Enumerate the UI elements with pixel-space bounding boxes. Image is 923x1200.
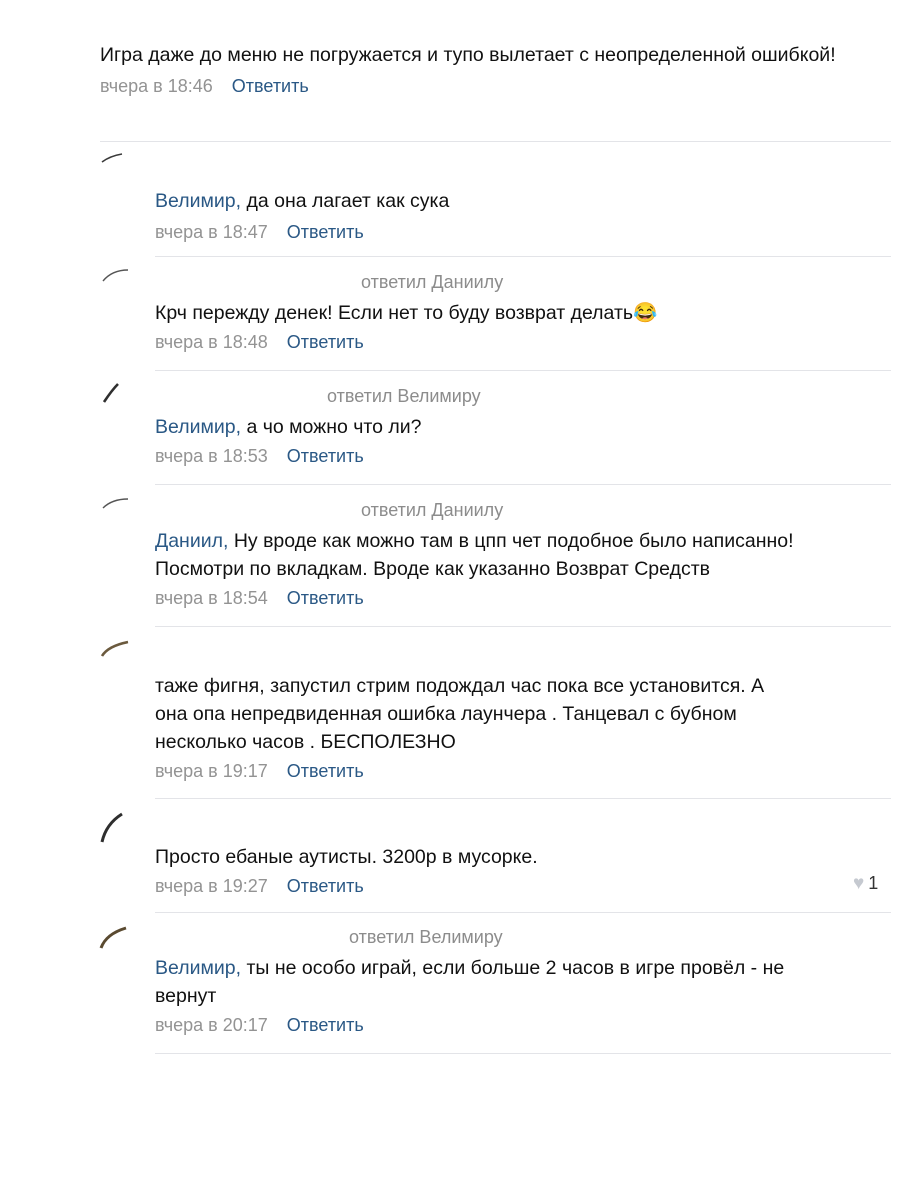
replied-to-label[interactable]: ответил Велимиру bbox=[327, 386, 895, 407]
reply-button[interactable]: Ответить bbox=[287, 222, 364, 242]
comment-text: Ну вроде как можно там в цпп чет подобно… bbox=[228, 530, 794, 552]
comment-text: а чо можно что ли? bbox=[241, 416, 422, 438]
avatar-feather-icon[interactable] bbox=[100, 636, 130, 666]
comment-text: Просто ебаные аутисты. 3200р в мусорке. bbox=[155, 846, 538, 868]
like-count: 1 bbox=[868, 873, 879, 893]
replied-to-label[interactable]: ответил Велимиру bbox=[349, 927, 895, 948]
comment-text: ты не особо играй, если больше 2 часов в… bbox=[241, 957, 785, 979]
avatar-feather-icon[interactable] bbox=[98, 808, 130, 848]
avatar-feather-icon[interactable] bbox=[98, 922, 130, 954]
reply-button[interactable]: Ответить bbox=[287, 1015, 364, 1035]
avatar-feather-icon[interactable] bbox=[100, 494, 130, 524]
divider bbox=[155, 484, 891, 485]
comment-time[interactable]: вчера в 19:17 bbox=[155, 761, 268, 781]
comment-2: Велимир, да она лагает как сука вчера в … bbox=[155, 187, 895, 245]
reply-button[interactable]: Ответить bbox=[232, 76, 309, 96]
comment-4: ответил Велимиру Велимир, а чо можно что… bbox=[155, 386, 895, 469]
comment-text: вернут bbox=[155, 985, 217, 1007]
reply-button[interactable]: Ответить bbox=[287, 761, 364, 781]
avatar-feather-icon[interactable] bbox=[100, 266, 130, 296]
heart-icon: ♥ bbox=[853, 873, 865, 894]
comment-8: ответил Велимиру Велимир, ты не особо иг… bbox=[155, 927, 895, 1038]
mention-link[interactable]: Велимир, bbox=[155, 416, 241, 438]
comment-text: Посмотри по вкладкам. Вроде как указанно… bbox=[155, 558, 710, 580]
comment-text: Игра даже до меню не погружается и тупо … bbox=[100, 44, 836, 66]
comment-text: она опа непредвиденная ошибка лаунчера .… bbox=[155, 703, 737, 725]
comment-text: несколько часов . БЕСПОЛЕЗНО bbox=[155, 731, 456, 753]
comment-time[interactable]: вчера в 19:27 bbox=[155, 876, 268, 896]
comment-time[interactable]: вчера в 18:48 bbox=[155, 332, 268, 352]
comment-time[interactable]: вчера в 18:54 bbox=[155, 588, 268, 608]
divider bbox=[155, 626, 891, 627]
comment-time[interactable]: вчера в 18:47 bbox=[155, 222, 268, 242]
divider bbox=[155, 1053, 891, 1054]
comment-time[interactable]: вчера в 20:17 bbox=[155, 1015, 268, 1035]
reply-button[interactable]: Ответить bbox=[287, 876, 364, 896]
comment-time[interactable]: вчера в 18:46 bbox=[100, 76, 213, 96]
comment-text: Крч пережду денек! Если нет то буду возв… bbox=[155, 302, 658, 324]
avatar-feather-icon[interactable] bbox=[100, 150, 130, 180]
comment-6: таже фигня, запустил стрим подождал час … bbox=[155, 672, 895, 784]
mention-link[interactable]: Велимир, bbox=[155, 957, 241, 979]
reply-button[interactable]: Ответить bbox=[287, 588, 364, 608]
mention-link[interactable]: Велимир, bbox=[155, 190, 241, 212]
divider bbox=[155, 912, 891, 913]
reply-button[interactable]: Ответить bbox=[287, 446, 364, 466]
replied-to-label[interactable]: ответил Даниилу bbox=[361, 272, 895, 293]
comment-text: таже фигня, запустил стрим подождал час … bbox=[155, 675, 765, 697]
like-button[interactable]: ♥ 1 bbox=[853, 873, 878, 895]
comment-1: Игра даже до меню не погружается и тупо … bbox=[100, 41, 900, 99]
comment-text: да она лагает как сука bbox=[241, 190, 450, 212]
comment-time[interactable]: вчера в 18:53 bbox=[155, 446, 268, 466]
comment-3: ответил Даниилу Крч пережду денек! Если … bbox=[155, 272, 895, 355]
divider bbox=[155, 370, 891, 371]
divider bbox=[100, 141, 891, 142]
comment-7: Просто ебаные аутисты. 3200р в мусорке. … bbox=[155, 843, 895, 899]
divider bbox=[155, 256, 891, 257]
mention-link[interactable]: Даниил, bbox=[155, 530, 228, 552]
replied-to-label[interactable]: ответил Даниилу bbox=[361, 500, 895, 521]
reply-button[interactable]: Ответить bbox=[287, 332, 364, 352]
comment-5: ответил Даниилу Даниил, Ну вроде как мож… bbox=[155, 500, 895, 611]
divider bbox=[155, 798, 891, 799]
avatar-feather-icon[interactable] bbox=[100, 380, 130, 410]
